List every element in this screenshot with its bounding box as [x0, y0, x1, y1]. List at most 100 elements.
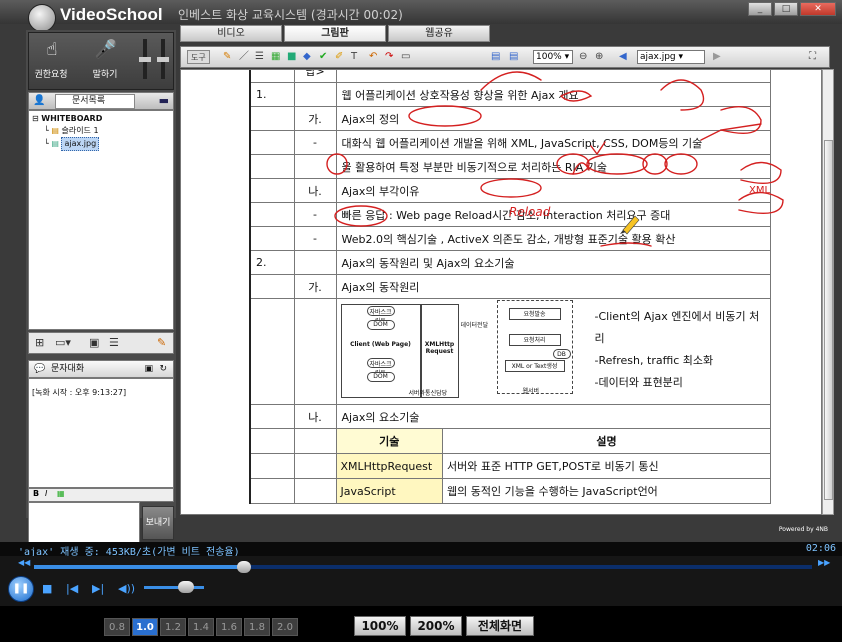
xmlhttp-label: XMLHttp Request	[424, 340, 455, 355]
bold-icon[interactable]: B	[33, 489, 39, 498]
speed-button[interactable]: 1.0	[132, 618, 158, 636]
volume-knob[interactable]	[178, 581, 194, 593]
speed-button[interactable]: 0.8	[104, 618, 130, 636]
speed-button[interactable]: 1.2	[160, 618, 186, 636]
bullet-item: -Client의 Ajax 엔진에서 비동기 처리	[594, 309, 760, 345]
next-page-icon[interactable]: ▶	[713, 50, 721, 64]
zoom-out-icon[interactable]: ⊖	[579, 50, 587, 64]
left-panel: ☝ 권한요청 🎤 말하기 👤 문서목록 ▬ ⊟ WHITEBOARD └ ▤ 슬…	[26, 30, 176, 544]
seek-fill	[34, 565, 245, 569]
save-board-icon[interactable]: ▤	[509, 50, 518, 64]
doc-list-tab[interactable]: 문서목록	[55, 94, 135, 109]
fullscreen-button[interactable]: 전체화면	[466, 616, 534, 636]
zoom-100-button[interactable]: 100%	[354, 616, 406, 636]
minimize-button[interactable]: _	[748, 2, 772, 16]
stop-icon[interactable]: ■	[42, 582, 52, 595]
check-icon[interactable]: ✔	[319, 50, 327, 64]
doc-row: 가. Ajax의 동작원리	[249, 274, 771, 299]
preview-icon[interactable]: ▣	[89, 336, 99, 349]
speed-button[interactable]: 1.4	[188, 618, 214, 636]
collapse-icon[interactable]: ⊟	[32, 114, 41, 123]
next-icon[interactable]: ▶|	[92, 582, 104, 595]
tab-whiteboard[interactable]: 그림판	[284, 25, 386, 42]
image-icon[interactable]: ▦	[57, 489, 65, 498]
js-oval-2: 자바스크립트	[366, 357, 395, 377]
text-icon[interactable]: T	[351, 50, 357, 64]
pause-button[interactable]: ❚❚	[8, 576, 34, 602]
speed-button[interactable]: 1.6	[216, 618, 242, 636]
save-icon[interactable]: ▣	[144, 361, 153, 377]
pencil-icon[interactable]: ✎	[223, 50, 231, 64]
prev-page-icon[interactable]: ◀	[619, 50, 627, 64]
send-button[interactable]: 보내기	[142, 506, 174, 540]
previous-icon[interactable]: |◀	[66, 582, 78, 595]
fast-forward-icon[interactable]: ▶▶	[818, 558, 830, 567]
tool-menu-button[interactable]: 도구	[187, 50, 210, 64]
new-doc-icon[interactable]: ⊞	[35, 336, 44, 349]
tech-cell: XMLHttpRequest	[336, 454, 443, 478]
close-button[interactable]: ✕	[800, 2, 836, 16]
italic-icon[interactable]: I	[45, 489, 47, 498]
js-oval: 자바스크립트	[366, 305, 395, 325]
folder-icon[interactable]: ▬	[159, 94, 169, 107]
refresh-icon[interactable]: ↻	[159, 361, 167, 377]
window-controls: _ □ ✕	[748, 2, 836, 16]
canvas-scroll-thumb[interactable]	[824, 140, 833, 500]
chat-input[interactable]	[28, 502, 140, 544]
zoom-in-icon[interactable]: ⊕	[595, 50, 603, 64]
raise-hand-label: 권한요청	[34, 70, 68, 80]
tech-cell: JavaScript	[336, 479, 443, 503]
tree-item-slide[interactable]: └ ▤ 슬라이드 1	[32, 125, 170, 137]
speed-button[interactable]: 1.8	[244, 618, 270, 636]
canvas-scrollbar[interactable]	[822, 69, 834, 515]
fullscreen-icon[interactable]: ⛶	[809, 50, 816, 64]
volume-icon[interactable]: ◀))	[118, 582, 135, 595]
process-box: 요청처리	[508, 333, 561, 346]
media-player: ◀◀ ▶▶ ❚❚ ■ |◀ ▶| ◀))	[0, 556, 842, 606]
highlighter-icon[interactable]: ✐	[335, 50, 343, 64]
zoom-200-button[interactable]: 200%	[410, 616, 462, 636]
tree-root[interactable]: ⊟ WHITEBOARD	[32, 113, 170, 125]
print-icon[interactable]: ▤	[491, 50, 500, 64]
user-icon[interactable]: 👤	[33, 95, 45, 106]
main-tabs: 비디오 그림판 웹공유	[180, 25, 490, 42]
client-label: Client (Web Page)	[350, 340, 411, 348]
desc-cell: 서버와 표준 HTTP GET,POST로 비동기 통신	[447, 460, 659, 473]
fill-icon[interactable]: ■	[287, 50, 296, 64]
result-box: XML or Text생성	[504, 359, 565, 372]
seek-bar[interactable]	[34, 561, 812, 573]
volume-slider[interactable]	[144, 586, 204, 589]
whiteboard-canvas[interactable]: 답> 1. 웹 어플리케이션 상호작용성 향상을 위한 Ajax 개요 가. Aja…	[180, 69, 822, 515]
redo-icon[interactable]: ↷	[385, 50, 393, 64]
doc-row: 가. Ajax의 정의	[249, 106, 771, 131]
line-icon[interactable]: ／	[239, 50, 249, 64]
tab-video[interactable]: 비디오	[180, 25, 282, 42]
rewind-icon[interactable]: ◀◀	[18, 558, 30, 567]
clear-icon[interactable]: ▭	[401, 50, 410, 64]
desc-col-header: 설명	[596, 435, 617, 448]
list-icon[interactable]: ☰	[109, 336, 119, 349]
edit-icon[interactable]: ✎	[157, 336, 166, 349]
playback-time: 02:06	[805, 543, 836, 554]
tree-item-ajax[interactable]: └ ▤ ajax.jpg	[32, 137, 170, 151]
lines-icon[interactable]: ☰	[255, 50, 264, 64]
tab-webshare[interactable]: 웹공유	[388, 25, 490, 42]
maximize-button[interactable]: □	[774, 2, 798, 16]
zoom-select[interactable]: 100% ▾	[533, 50, 573, 64]
doc-row: 나. Ajax의 부각이유	[249, 178, 771, 203]
eraser-icon[interactable]: ◆	[303, 50, 311, 64]
open-folder-icon[interactable]: ▭▾	[55, 336, 71, 349]
raise-hand-icon[interactable]: ☝	[37, 39, 67, 65]
doc-row: - 빠른 응답 : Web page Reload시간 감소, Interacti…	[249, 202, 771, 227]
speed-button[interactable]: 2.0	[272, 618, 298, 636]
ajax-diagram: Client (Web Page) 자바스크립트 DOM 자바스크립트 DOM …	[339, 299, 769, 402]
file-select[interactable]: ajax.jpg ▾	[637, 50, 705, 64]
undo-icon[interactable]: ↶	[369, 50, 377, 64]
seek-knob[interactable]	[237, 561, 252, 573]
audio-sliders[interactable]	[137, 37, 173, 87]
control-box: ☝ 권한요청 🎤 말하기	[28, 32, 174, 90]
grid-icon[interactable]: ▦	[271, 50, 280, 64]
microphone-icon[interactable]: 🎤	[91, 39, 121, 65]
server-label: 웹서버	[522, 387, 540, 395]
request-box: 요청발송	[508, 307, 561, 320]
